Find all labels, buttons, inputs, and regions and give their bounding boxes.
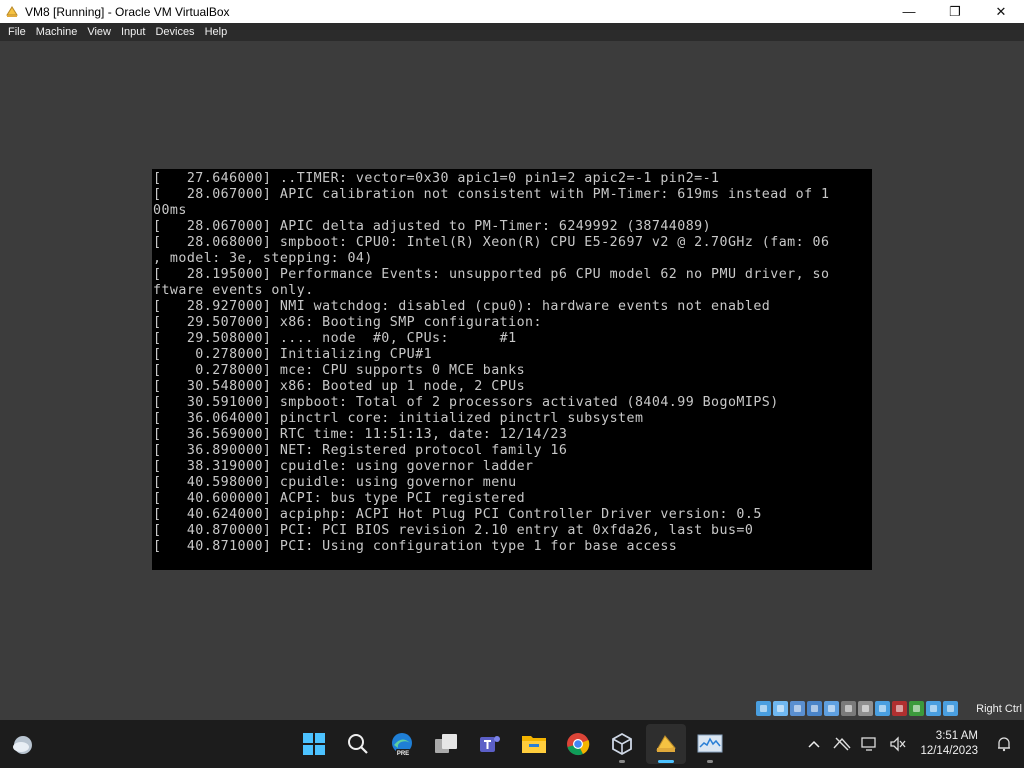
console-line: [ 38.319000] cpuidle: using governor lad… bbox=[153, 459, 534, 474]
resource-monitor-button[interactable] bbox=[690, 724, 730, 764]
task-view-icon bbox=[435, 734, 457, 753]
menu-bar: File Machine View Input Devices Help bbox=[0, 23, 1024, 41]
running-indicator bbox=[707, 760, 713, 763]
cpu-icon[interactable] bbox=[909, 701, 924, 716]
console-line: [ 29.507000] x86: Booting SMP configurat… bbox=[153, 315, 542, 330]
start-button[interactable] bbox=[294, 724, 334, 764]
search-icon bbox=[348, 734, 368, 754]
console-line: [ 36.569000] RTC time: 11:51:13, date: 1… bbox=[153, 427, 568, 442]
running-indicator bbox=[619, 760, 625, 763]
console-line: [ 28.067000] APIC calibration not consis… bbox=[153, 187, 830, 202]
resource-monitor-icon bbox=[697, 734, 723, 753]
menu-help[interactable]: Help bbox=[200, 23, 233, 41]
weather-widget-icon[interactable] bbox=[10, 732, 36, 758]
vm-status-bar: Right Ctrl bbox=[0, 698, 1024, 720]
search-button[interactable] bbox=[338, 724, 378, 764]
windows-taskbar: PRE 3:51 AM 12/14/2023 bbox=[0, 720, 1024, 768]
console-line: [ 0.278000] mce: CPU supports 0 MCE bank… bbox=[153, 363, 526, 378]
console-line: [ 28.195000] Performance Events: unsuppo… bbox=[153, 267, 830, 282]
menu-file[interactable]: File bbox=[3, 23, 31, 41]
virtualbox-vm-button[interactable] bbox=[646, 724, 686, 764]
console-line: 00ms bbox=[153, 203, 187, 218]
display-icon[interactable] bbox=[858, 701, 873, 716]
optical-drive-icon[interactable] bbox=[773, 701, 788, 716]
teams-icon bbox=[480, 736, 500, 752]
system-clock[interactable]: 3:51 AM 12/14/2023 bbox=[920, 729, 978, 759]
console-line: [ 0.278000] Initializing CPU#1 bbox=[153, 347, 433, 362]
edge-preview-button[interactable]: PRE bbox=[382, 724, 422, 764]
virtualbox-manager-button[interactable] bbox=[602, 724, 642, 764]
chrome-icon bbox=[567, 733, 590, 756]
speaker-muted-icon[interactable] bbox=[884, 720, 912, 768]
file-explorer-button[interactable] bbox=[514, 724, 554, 764]
console-line: [ 27.646000] ..TIMER: vector=0x30 apic1=… bbox=[153, 171, 720, 186]
vm-console-screen[interactable]: [ 27.646000] ..TIMER: vector=0x30 apic1=… bbox=[152, 169, 872, 570]
close-button[interactable]: ✕ bbox=[978, 0, 1024, 23]
vm-display-area[interactable]: [ 27.646000] ..TIMER: vector=0x30 apic1=… bbox=[0, 41, 1024, 698]
chrome-button[interactable] bbox=[558, 724, 598, 764]
console-line: [ 28.068000] smpboot: CPU0: Intel(R) Xeo… bbox=[153, 235, 830, 250]
recording-icon[interactable] bbox=[892, 701, 907, 716]
console-line: [ 40.598000] cpuidle: using governor men… bbox=[153, 475, 517, 490]
window-title: VM8 [Running] - Oracle VM VirtualBox bbox=[25, 4, 230, 19]
display-monitor-icon[interactable] bbox=[856, 720, 884, 768]
console-line: [ 40.870000] PCI: PCI BIOS revision 2.10… bbox=[153, 523, 754, 538]
mouse-integration-icon[interactable] bbox=[926, 701, 941, 716]
audio-icon[interactable] bbox=[790, 701, 805, 716]
virtualbox-vm-icon bbox=[656, 735, 676, 752]
console-line: ftware events only. bbox=[153, 283, 314, 298]
shared-folders-icon[interactable] bbox=[841, 701, 856, 716]
menu-input[interactable]: Input bbox=[116, 23, 150, 41]
virtualbox-cube-icon bbox=[612, 732, 632, 756]
windows-logo-icon bbox=[303, 733, 325, 755]
console-line: [ 28.927000] NMI watchdog: disabled (cpu… bbox=[153, 299, 771, 314]
title-bar: VM8 [Running] - Oracle VM VirtualBox — ❐… bbox=[0, 0, 1024, 23]
edge-preview-badge: PRE bbox=[397, 751, 409, 757]
task-view-button[interactable] bbox=[426, 724, 466, 764]
maximize-button[interactable]: ❐ bbox=[932, 0, 978, 23]
console-line: [ 29.508000] .... node #0, CPUs: #1 bbox=[153, 331, 517, 346]
clock-date: 12/14/2023 bbox=[920, 745, 978, 757]
system-tray: 3:51 AM 12/14/2023 bbox=[800, 720, 1024, 768]
menu-machine[interactable]: Machine bbox=[31, 23, 83, 41]
console-line: [ 40.600000] ACPI: bus type PCI register… bbox=[153, 491, 526, 506]
console-line: [ 30.591000] smpboot: Total of 2 process… bbox=[153, 395, 779, 410]
active-indicator bbox=[658, 760, 674, 763]
console-line: [ 40.624000] acpiphp: ACPI Hot Plug PCI … bbox=[153, 507, 762, 522]
edge-preview-icon: PRE bbox=[392, 733, 412, 757]
network-disconnected-icon[interactable] bbox=[828, 720, 856, 768]
folder-icon bbox=[522, 736, 546, 753]
clock-time: 3:51 AM bbox=[935, 730, 978, 742]
teams-button[interactable] bbox=[470, 724, 510, 764]
tray-overflow-chevron-icon[interactable] bbox=[800, 720, 828, 768]
usb-icon[interactable] bbox=[824, 701, 839, 716]
notifications-bell-icon[interactable] bbox=[990, 720, 1018, 768]
console-line: [ 28.067000] APIC delta adjusted to PM-T… bbox=[153, 219, 712, 234]
console-line: , model: 3e, stepping: 04) bbox=[153, 251, 373, 266]
console-line: [ 36.890000] NET: Registered protocol fa… bbox=[153, 443, 568, 458]
console-line: [ 40.871000] PCI: Using configuration ty… bbox=[153, 539, 678, 554]
menu-devices[interactable]: Devices bbox=[150, 23, 199, 41]
console-line: [ 30.548000] x86: Booted up 1 node, 2 CP… bbox=[153, 379, 526, 394]
virtualbox-app-icon bbox=[6, 5, 18, 17]
host-key-label[interactable]: Right Ctrl bbox=[976, 703, 1022, 715]
keyboard-capture-icon[interactable] bbox=[943, 701, 958, 716]
network-icon[interactable] bbox=[807, 701, 822, 716]
minimize-button[interactable]: — bbox=[886, 0, 932, 23]
video-capture-icon[interactable] bbox=[875, 701, 890, 716]
console-line: [ 36.064000] pinctrl core: initialized p… bbox=[153, 411, 644, 426]
hard-disk-icon[interactable] bbox=[756, 701, 771, 716]
menu-view[interactable]: View bbox=[82, 23, 116, 41]
